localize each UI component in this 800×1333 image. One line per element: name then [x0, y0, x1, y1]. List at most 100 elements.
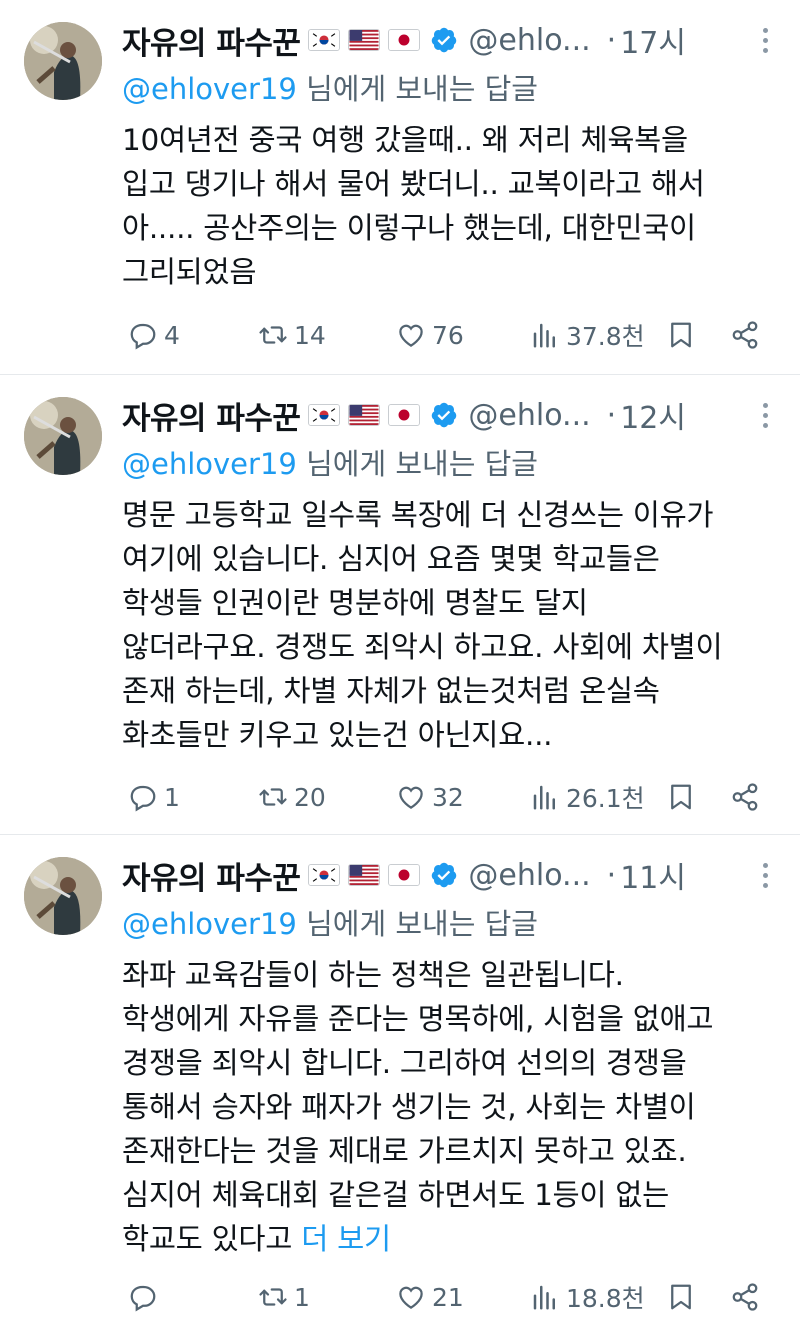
- retweet-count: 14: [294, 320, 326, 350]
- mention-link[interactable]: @ehlover19: [122, 447, 297, 481]
- tweet-text-line: 않더라구요. 경쟁도 죄악시 하고요. 사회에 차별이: [122, 630, 723, 664]
- reply-icon: [130, 1285, 156, 1312]
- japan-flag-icon: [388, 404, 421, 426]
- korea-flag-icon: [308, 864, 341, 886]
- bookmark-button[interactable]: [666, 1282, 696, 1312]
- korea-flag-icon: [308, 29, 341, 51]
- tweet-text-line: 통해서 승자와 패자가 생기는 것, 사회는 차별이: [122, 1090, 696, 1124]
- reply-count: 1: [164, 782, 180, 812]
- korea-flag-icon: [308, 404, 341, 426]
- tweet-text-line: 학생들 인권이란 명분하에 명찰도 달지: [122, 586, 588, 620]
- separator-dot: ·: [606, 397, 617, 433]
- author-handle[interactable]: @ehlo...: [468, 858, 590, 893]
- like-button[interactable]: 21: [396, 1282, 464, 1312]
- us-flag-icon: [348, 404, 381, 426]
- bookmark-icon: [671, 1284, 691, 1310]
- tweet-text-line: 존재 하는데, 차별 자체가 없는것처럼 온실속: [122, 674, 660, 708]
- avatar[interactable]: [24, 857, 102, 935]
- tweet-text-line: 입고 댕기나 해서 물어 봤더니.. 교복이라고 해서: [122, 167, 705, 201]
- tweet-text: 10여년전 중국 여행 갔을때.. 왜 저리 체육복을 입고 댕기나 해서 물어…: [122, 118, 782, 294]
- tweet[interactable]: 자유의 파수꾼 @ehlo... · 11시 @ehlover19 님에게 보내…: [0, 835, 800, 1333]
- share-button[interactable]: [730, 782, 760, 812]
- reply-button[interactable]: 1: [128, 782, 180, 812]
- like-icon: [399, 786, 423, 809]
- tweet-text-line: 그리되었음: [122, 255, 257, 289]
- show-more-link[interactable]: 더 보기: [301, 1222, 391, 1256]
- reply-button[interactable]: 4: [128, 320, 180, 350]
- reply-count: 4: [164, 320, 180, 350]
- tweet-text-line: 경쟁을 죄악시 합니다. 그리하여 선의의 경쟁을: [122, 1046, 687, 1080]
- tweet-text: 명문 고등학교 일수록 복장에 더 신경쓰는 이유가 여기에 있습니다. 심지어…: [122, 493, 782, 757]
- tweet-header: 자유의 파수꾼 @ehlo... · 12시: [122, 393, 780, 437]
- us-flag-icon: [348, 29, 381, 51]
- like-icon: [399, 324, 423, 347]
- view-count: 37.8천: [566, 322, 645, 351]
- like-icon: [399, 1286, 423, 1309]
- retweet-button[interactable]: 1: [258, 1282, 310, 1312]
- bookmark-button[interactable]: [666, 782, 696, 812]
- author-name[interactable]: 자유의 파수꾼: [122, 18, 301, 63]
- action-bar: 1 21 18.8천: [122, 1277, 780, 1317]
- separator-dot: ·: [606, 22, 617, 58]
- reply-context: @ehlover19 님에게 보내는 답글: [122, 441, 538, 483]
- retweet-button[interactable]: 20: [258, 782, 326, 812]
- avatar[interactable]: [24, 22, 102, 100]
- share-icon: [732, 1283, 758, 1311]
- share-icon: [732, 321, 758, 349]
- bookmark-icon: [671, 322, 691, 348]
- reply-context: @ehlover19 님에게 보내는 답글: [122, 66, 538, 108]
- mention-link[interactable]: @ehlover19: [122, 72, 297, 106]
- views-button[interactable]: 37.8천: [530, 317, 645, 353]
- views-button[interactable]: 18.8천: [530, 1279, 645, 1315]
- tweet[interactable]: 자유의 파수꾼 @ehlo... · 17시 @ehlover19 님에게 보내…: [0, 0, 800, 375]
- tweet-text-line: 존재한다는 것을 제대로 가르치지 못하고 있죠.: [122, 1134, 687, 1168]
- action-bar: 4 14 76 37.8천: [122, 315, 780, 355]
- verified-icon: [432, 402, 457, 428]
- share-button[interactable]: [730, 320, 760, 350]
- more-icon[interactable]: [750, 24, 780, 56]
- view-count: 18.8천: [566, 1284, 645, 1313]
- verified-icon: [432, 862, 457, 888]
- like-count: 76: [432, 320, 464, 350]
- more-icon[interactable]: [750, 859, 780, 891]
- timestamp[interactable]: 11시: [620, 853, 686, 897]
- avatar[interactable]: [24, 397, 102, 475]
- retweet-icon: [259, 326, 287, 344]
- like-button[interactable]: 76: [396, 320, 464, 350]
- reply-button[interactable]: [128, 1282, 164, 1312]
- like-button[interactable]: 32: [396, 782, 464, 812]
- tweet-text-line: 10여년전 중국 여행 갔을때.. 왜 저리 체육복을: [122, 123, 688, 157]
- share-button[interactable]: [730, 1282, 760, 1312]
- view-count: 26.1천: [566, 784, 645, 813]
- retweet-icon: [259, 788, 287, 806]
- action-bar: 1 20 32 26.1천: [122, 777, 780, 817]
- tweet-header: 자유의 파수꾼 @ehlo... · 11시: [122, 853, 780, 897]
- tweet-text-tail: 학교도 있다고: [122, 1222, 302, 1256]
- retweet-button[interactable]: 14: [258, 320, 326, 350]
- tweet-text-line: 심지어 체육대회 같은걸 하면서도 1등이 없는: [122, 1178, 669, 1212]
- verified-icon: [432, 27, 457, 53]
- timestamp[interactable]: 12시: [620, 393, 686, 437]
- mention-link[interactable]: @ehlover19: [122, 907, 297, 941]
- author-name[interactable]: 자유의 파수꾼: [122, 853, 301, 898]
- tweet[interactable]: 자유의 파수꾼 @ehlo... · 12시 @ehlover19 님에게 보내…: [0, 375, 800, 835]
- timestamp[interactable]: 17시: [620, 18, 686, 62]
- more-icon[interactable]: [750, 399, 780, 431]
- japan-flag-icon: [388, 29, 421, 51]
- reply-icon: [130, 785, 156, 812]
- like-count: 32: [432, 782, 464, 812]
- views-button[interactable]: 26.1천: [530, 779, 645, 815]
- author-name[interactable]: 자유의 파수꾼: [122, 393, 301, 438]
- japan-flag-icon: [388, 864, 421, 886]
- separator-dot: ·: [606, 857, 617, 893]
- bookmark-icon: [671, 784, 691, 810]
- tweet-text-line: 좌파 교육감들이 하는 정책은 일관됩니다.: [122, 958, 624, 992]
- tweet-header: 자유의 파수꾼 @ehlo... · 17시: [122, 18, 780, 62]
- bookmark-button[interactable]: [666, 320, 696, 350]
- tweet-text-line: 학생에게 자유를 준다는 명목하에, 시험을 없애고: [122, 1002, 714, 1036]
- retweet-count: 1: [294, 1282, 310, 1312]
- tweet-text-line: 학교도 있다고 더 보기: [122, 1217, 782, 1261]
- author-handle[interactable]: @ehlo...: [468, 23, 590, 58]
- views-icon: [533, 323, 555, 348]
- author-handle[interactable]: @ehlo...: [468, 398, 590, 433]
